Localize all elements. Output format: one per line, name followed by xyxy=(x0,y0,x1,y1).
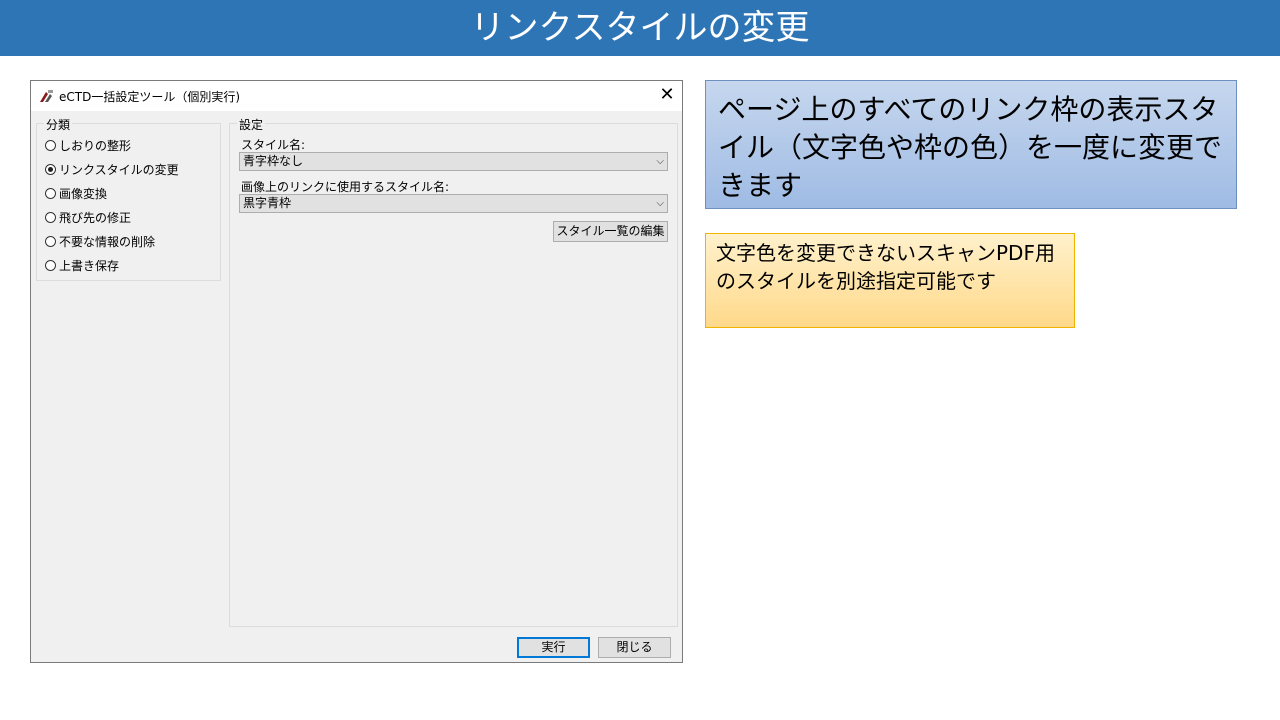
run-button[interactable]: 実行 xyxy=(517,637,590,658)
dialog-titlebar: eCTD一括設定ツール（個別実行) ✕ xyxy=(31,81,682,111)
radio-label: しおりの整形 xyxy=(59,138,132,153)
radio-button xyxy=(45,235,56,247)
category-group: 分類 しおりの整形 リンクスタイルの変更 画像変換 飛び先の修正 不要な情報の削… xyxy=(36,116,221,281)
settings-group: 設定 スタイル名: 青字枠なし ⌵ 画像上のリンクに使用するスタイル名: 黒字青… xyxy=(229,116,678,627)
settings-legend: 設定 xyxy=(237,116,266,133)
radio-shiori-format[interactable]: しおりの整形 xyxy=(45,137,131,153)
radio-remove-info[interactable]: 不要な情報の削除 xyxy=(45,233,155,249)
chevron-down-icon: ⌵ xyxy=(656,198,664,209)
radio-button xyxy=(45,211,56,223)
image-style-value: 黒字青枠 xyxy=(243,196,292,210)
style-name-select[interactable]: 青字枠なし ⌵ xyxy=(239,152,668,171)
note-callout: 文字色を変更できないスキャンPDF用のスタイルを別途指定可能です xyxy=(705,233,1075,328)
style-name-label: スタイル名: xyxy=(241,138,306,152)
radio-label: 飛び先の修正 xyxy=(59,210,132,225)
style-name-value: 青字枠なし xyxy=(243,154,304,168)
app-icon xyxy=(39,88,55,104)
radio-destination-fix[interactable]: 飛び先の修正 xyxy=(45,209,131,225)
radio-button xyxy=(45,187,56,199)
close-button[interactable]: 閉じる xyxy=(598,637,671,658)
radio-button xyxy=(45,139,56,151)
radio-label: 上書き保存 xyxy=(59,258,120,273)
radio-button-selected xyxy=(45,163,56,175)
category-legend: 分類 xyxy=(44,116,73,133)
slide-title: リンクスタイルの変更 xyxy=(0,0,1280,56)
radio-link-style[interactable]: リンクスタイルの変更 xyxy=(45,161,179,177)
radio-button xyxy=(45,259,56,271)
radio-label: 画像変換 xyxy=(59,186,108,201)
image-style-label: 画像上のリンクに使用するスタイル名: xyxy=(241,180,450,194)
radio-label: 不要な情報の削除 xyxy=(59,234,156,249)
chevron-down-icon: ⌵ xyxy=(656,156,664,167)
dialog-title: eCTD一括設定ツール（個別実行) xyxy=(59,90,241,104)
edit-style-list-button[interactable]: スタイル一覧の編集 xyxy=(553,221,668,242)
main-callout: ページ上のすべてのリンク枠の表示スタイル（文字色や枠の色）を一度に変更できます xyxy=(705,80,1237,209)
radio-image-convert[interactable]: 画像変換 xyxy=(45,185,107,201)
close-icon[interactable]: ✕ xyxy=(652,81,682,111)
radio-label: リンクスタイルの変更 xyxy=(59,162,179,177)
ectd-tool-dialog: eCTD一括設定ツール（個別実行) ✕ 分類 しおりの整形 リンクスタイルの変更… xyxy=(30,80,683,663)
radio-overwrite-save[interactable]: 上書き保存 xyxy=(45,257,119,273)
image-style-select[interactable]: 黒字青枠 ⌵ xyxy=(239,194,668,213)
